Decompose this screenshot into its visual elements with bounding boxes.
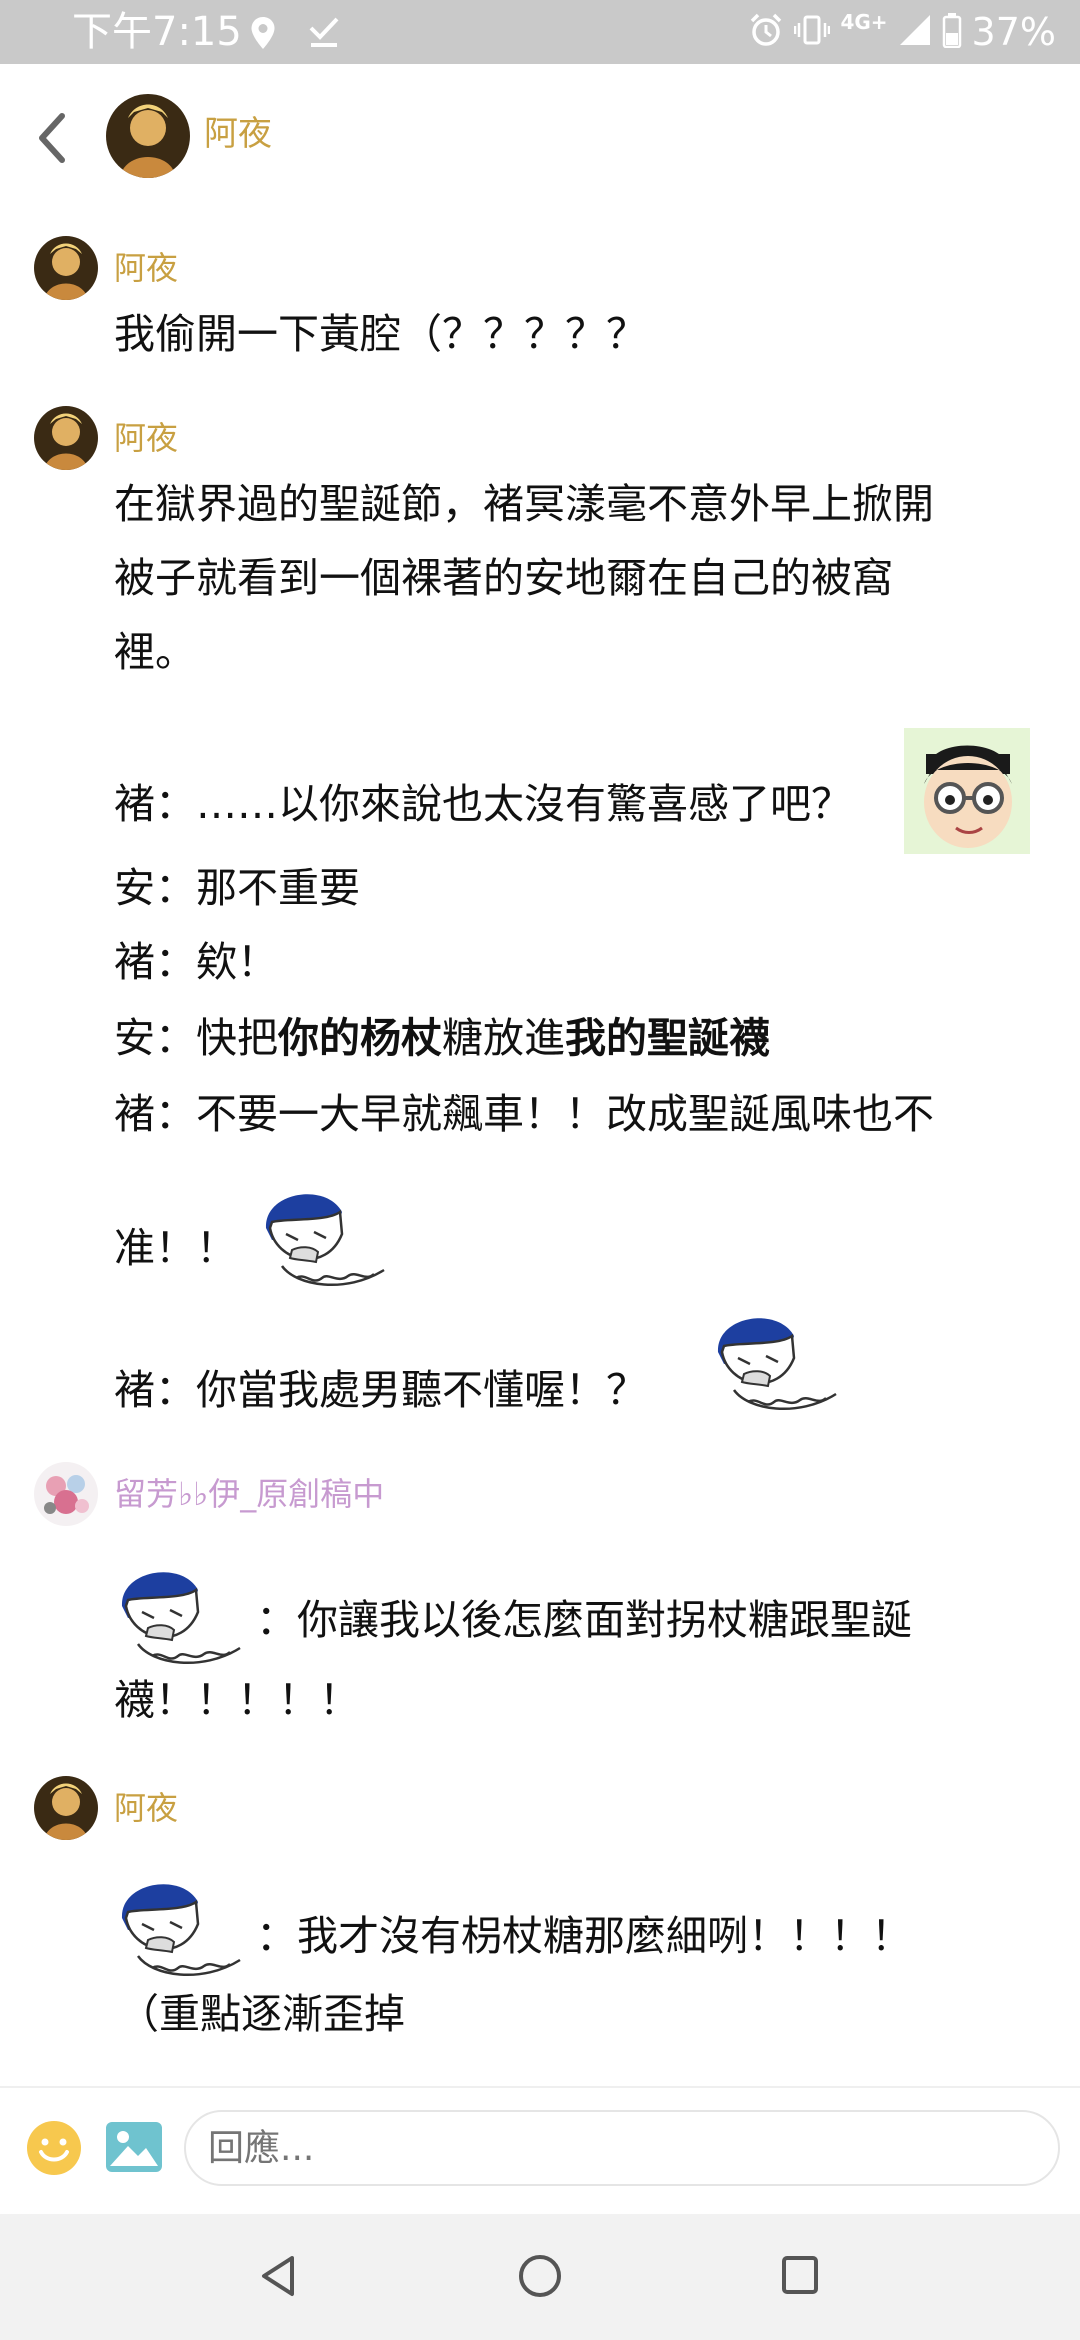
image-icon[interactable] xyxy=(106,2122,162,2172)
author-name: 阿夜 xyxy=(114,419,179,457)
battery-icon xyxy=(942,12,962,52)
smile-icon[interactable] xyxy=(26,2120,82,2176)
message-line: ：你讓我以後怎麼面對拐杖糖跟聖誕 xyxy=(256,1596,912,1644)
chat-title: 阿夜 xyxy=(204,114,272,154)
message-line: 我偷開一下黃腔（？？？？？ xyxy=(114,310,647,358)
signal-icon xyxy=(898,13,932,51)
message-line: 褚：你當我處男聽不懂喔！？ xyxy=(114,1366,647,1414)
status-bar: 下午7:15 4G+ 37% xyxy=(0,0,1080,64)
nav-back-icon[interactable] xyxy=(256,2252,300,2304)
message-author: 留芳♭♭伊_原創稿中 xyxy=(34,1462,384,1526)
nerd-face-sticker xyxy=(904,728,1030,858)
avatar[interactable] xyxy=(34,1462,98,1526)
line-text: 安：快把 xyxy=(114,1014,278,1062)
battery-level: 37% xyxy=(971,10,1056,54)
crying-face-sticker xyxy=(112,1560,244,1680)
avatar[interactable] xyxy=(106,94,190,178)
message-author: 阿夜 xyxy=(34,236,178,300)
nav-recent-icon[interactable] xyxy=(780,2254,820,2302)
message-line: ：我才沒有枴杖糖那麼細咧！！！！ xyxy=(256,1912,912,1960)
status-time: 下午7:15 xyxy=(72,9,242,55)
chevron-left-icon[interactable] xyxy=(32,110,72,166)
author-name: 阿夜 xyxy=(114,1789,179,1827)
network-type: 4G+ xyxy=(840,10,888,34)
message-line: 襪！！！！！ xyxy=(114,1676,360,1724)
vibrate-icon xyxy=(794,12,831,52)
bold-text: 我的聖誕襪 xyxy=(565,1014,770,1062)
crying-face-sticker xyxy=(112,1872,244,1992)
reply-composer xyxy=(0,2086,1080,2216)
message-author: 阿夜 xyxy=(34,1776,178,1840)
avatar[interactable] xyxy=(34,1776,98,1840)
reply-input[interactable] xyxy=(184,2110,1060,2186)
message-line: 安：快把你的杨杖糖放進我的聖誕襪 xyxy=(114,1012,770,1064)
crying-face-sticker xyxy=(708,1306,840,1426)
line-text: 糖放進 xyxy=(442,1014,565,1062)
message-line: 准！！ xyxy=(114,1224,237,1272)
avatar[interactable] xyxy=(34,406,98,470)
nav-home-icon[interactable] xyxy=(516,2252,564,2304)
system-nav-bar xyxy=(0,2214,1080,2340)
bold-text: 你的杨杖 xyxy=(278,1014,442,1062)
message-line: 被子就看到一個裸著的安地爾在自己的被窩 xyxy=(114,554,893,602)
crying-face-sticker xyxy=(256,1182,388,1302)
status-right: 4G+ 37% xyxy=(748,8,1056,56)
message-line: 褚：不要一大早就飆車！！改成聖誕風味也不 xyxy=(114,1090,934,1138)
message-line: 裡。 xyxy=(114,628,196,676)
location-icon xyxy=(250,16,276,54)
message-line: 褚：欸！ xyxy=(114,938,278,986)
author-name: 阿夜 xyxy=(114,249,179,287)
author-name: 留芳♭♭伊_原創稿中 xyxy=(114,1475,385,1513)
message-author: 阿夜 xyxy=(34,406,178,470)
message-line: 安：那不重要 xyxy=(114,864,360,912)
message-line: （重點逐漸歪掉 xyxy=(118,1990,405,2038)
alarm-icon xyxy=(748,12,784,52)
chat-header: 阿夜 xyxy=(0,64,1080,208)
message-line: 褚：……以你來說也太沒有驚喜感了吧？ xyxy=(114,780,852,828)
download-done-icon xyxy=(308,14,340,52)
avatar[interactable] xyxy=(34,236,98,300)
message-line: 在獄界過的聖誕節，褚冥漾毫不意外早上掀開 xyxy=(114,480,934,528)
